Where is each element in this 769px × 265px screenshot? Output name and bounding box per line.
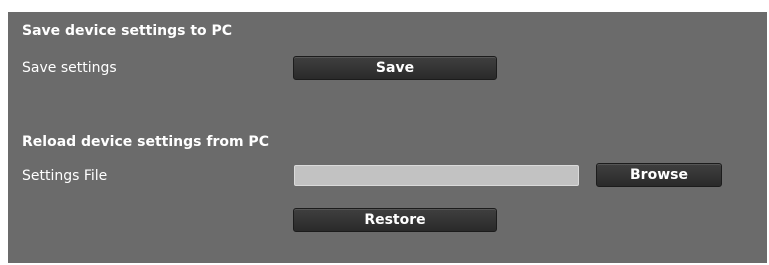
settings-file-label: Settings File [22,168,108,184]
settings-file-input[interactable] [294,165,579,186]
reload-section-title: Reload device settings from PC [22,134,269,150]
restore-button[interactable]: Restore [293,208,497,232]
save-button[interactable]: Save [293,56,497,80]
save-settings-label: Save settings [22,60,117,76]
browse-button[interactable]: Browse [596,163,722,187]
save-section-title: Save device settings to PC [22,23,233,39]
settings-panel: Save device settings to PC Save settings… [8,12,767,263]
